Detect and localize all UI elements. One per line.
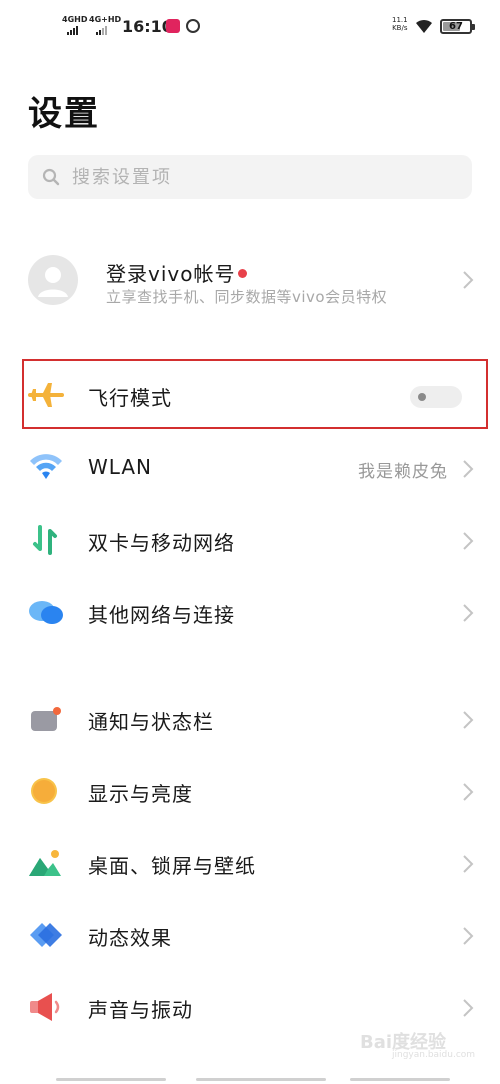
- sim1-network-label: 4GHD: [62, 15, 88, 24]
- settings-item-dynamic-effects[interactable]: 动态效果: [0, 902, 500, 968]
- chevron-right-icon: [463, 460, 474, 478]
- notification-dot: [238, 269, 248, 278]
- battery-level: 67: [449, 21, 463, 32]
- wifi-icon: [30, 454, 62, 479]
- settings-item-wlan[interactable]: WLAN 我是赖皮兔: [0, 435, 500, 501]
- app-notification-icon: [166, 19, 180, 33]
- search-bar[interactable]: [28, 155, 472, 199]
- chevron-right-icon: [463, 271, 474, 289]
- network-speed-unit: KB/s: [392, 24, 408, 32]
- chevron-right-icon: [463, 711, 474, 729]
- sim2-signal-icon: [96, 26, 107, 35]
- sim1-signal-icon: [67, 26, 78, 35]
- sync-icon: [186, 19, 200, 33]
- settings-item-label: 飞行模式: [88, 386, 172, 410]
- search-icon: [42, 168, 60, 186]
- account-login-row[interactable]: 登录vivo帐号 立享查找手机、同步数据等vivo会员特权: [0, 238, 500, 322]
- battery-tip: [472, 24, 475, 30]
- settings-item-display-brightness[interactable]: 显示与亮度: [0, 758, 500, 824]
- sim2-network-label: 4G+HD: [89, 15, 122, 24]
- settings-item-label: 声音与振动: [88, 998, 193, 1022]
- chevron-right-icon: [463, 783, 474, 801]
- cloud-connection-icon: [29, 601, 63, 624]
- wallpaper-icon: [29, 850, 61, 876]
- mobile-network-icon: [33, 525, 57, 555]
- airplane-mode-toggle[interactable]: [410, 386, 462, 408]
- settings-item-airplane-mode[interactable]: 飞行模式: [0, 362, 500, 428]
- chevron-right-icon: [463, 855, 474, 873]
- settings-item-label: WLAN: [88, 455, 153, 479]
- settings-item-wallpaper[interactable]: 桌面、锁屏与壁纸: [0, 830, 500, 896]
- settings-item-label: 通知与状态栏: [88, 710, 214, 734]
- bottom-gesture-bar: [0, 1074, 500, 1084]
- settings-page: 4GHD 4G+HD 16:10 11.1 KB/s 67 设置 搜索设置项 登…: [0, 0, 500, 1084]
- battery-icon: 67: [440, 19, 472, 34]
- page-title: 设置: [28, 94, 100, 134]
- wlan-network-name: 我是赖皮兔: [358, 462, 448, 482]
- settings-item-label: 动态效果: [88, 926, 172, 950]
- avatar: [28, 255, 78, 305]
- account-subtitle: 立享查找手机、同步数据等vivo会员特权: [106, 288, 388, 306]
- user-avatar-icon: [38, 267, 68, 297]
- watermark-url: jingyan.baidu.com: [392, 1050, 476, 1060]
- network-speed: 11.1 KB/s: [392, 16, 408, 32]
- sound-icon: [30, 993, 60, 1021]
- toggle-knob: [418, 393, 426, 401]
- wifi-status-icon: [416, 19, 432, 33]
- settings-item-label: 其他网络与连接: [88, 603, 235, 627]
- settings-item-label: 桌面、锁屏与壁纸: [88, 854, 256, 878]
- status-bar: 4GHD 4G+HD 16:10 11.1 KB/s 67: [0, 0, 500, 52]
- settings-item-notifications[interactable]: 通知与状态栏: [0, 686, 500, 752]
- settings-item-other-networks[interactable]: 其他网络与连接: [0, 579, 500, 645]
- chevron-right-icon: [463, 532, 474, 550]
- account-title-text: 登录vivo帐号: [106, 262, 236, 286]
- settings-item-dual-sim[interactable]: 双卡与移动网络: [0, 507, 500, 573]
- network-speed-value: 11.1: [392, 16, 408, 24]
- settings-item-label: 显示与亮度: [88, 782, 193, 806]
- chevron-right-icon: [463, 604, 474, 622]
- notification-icon: [31, 707, 61, 731]
- settings-item-label: 双卡与移动网络: [88, 531, 235, 555]
- chevron-right-icon: [463, 999, 474, 1017]
- brightness-icon: [31, 778, 57, 804]
- chevron-right-icon: [463, 927, 474, 945]
- account-title: 登录vivo帐号: [106, 258, 248, 287]
- airplane-icon: [28, 383, 64, 407]
- search-input[interactable]: [72, 164, 452, 190]
- animation-icon: [30, 923, 62, 947]
